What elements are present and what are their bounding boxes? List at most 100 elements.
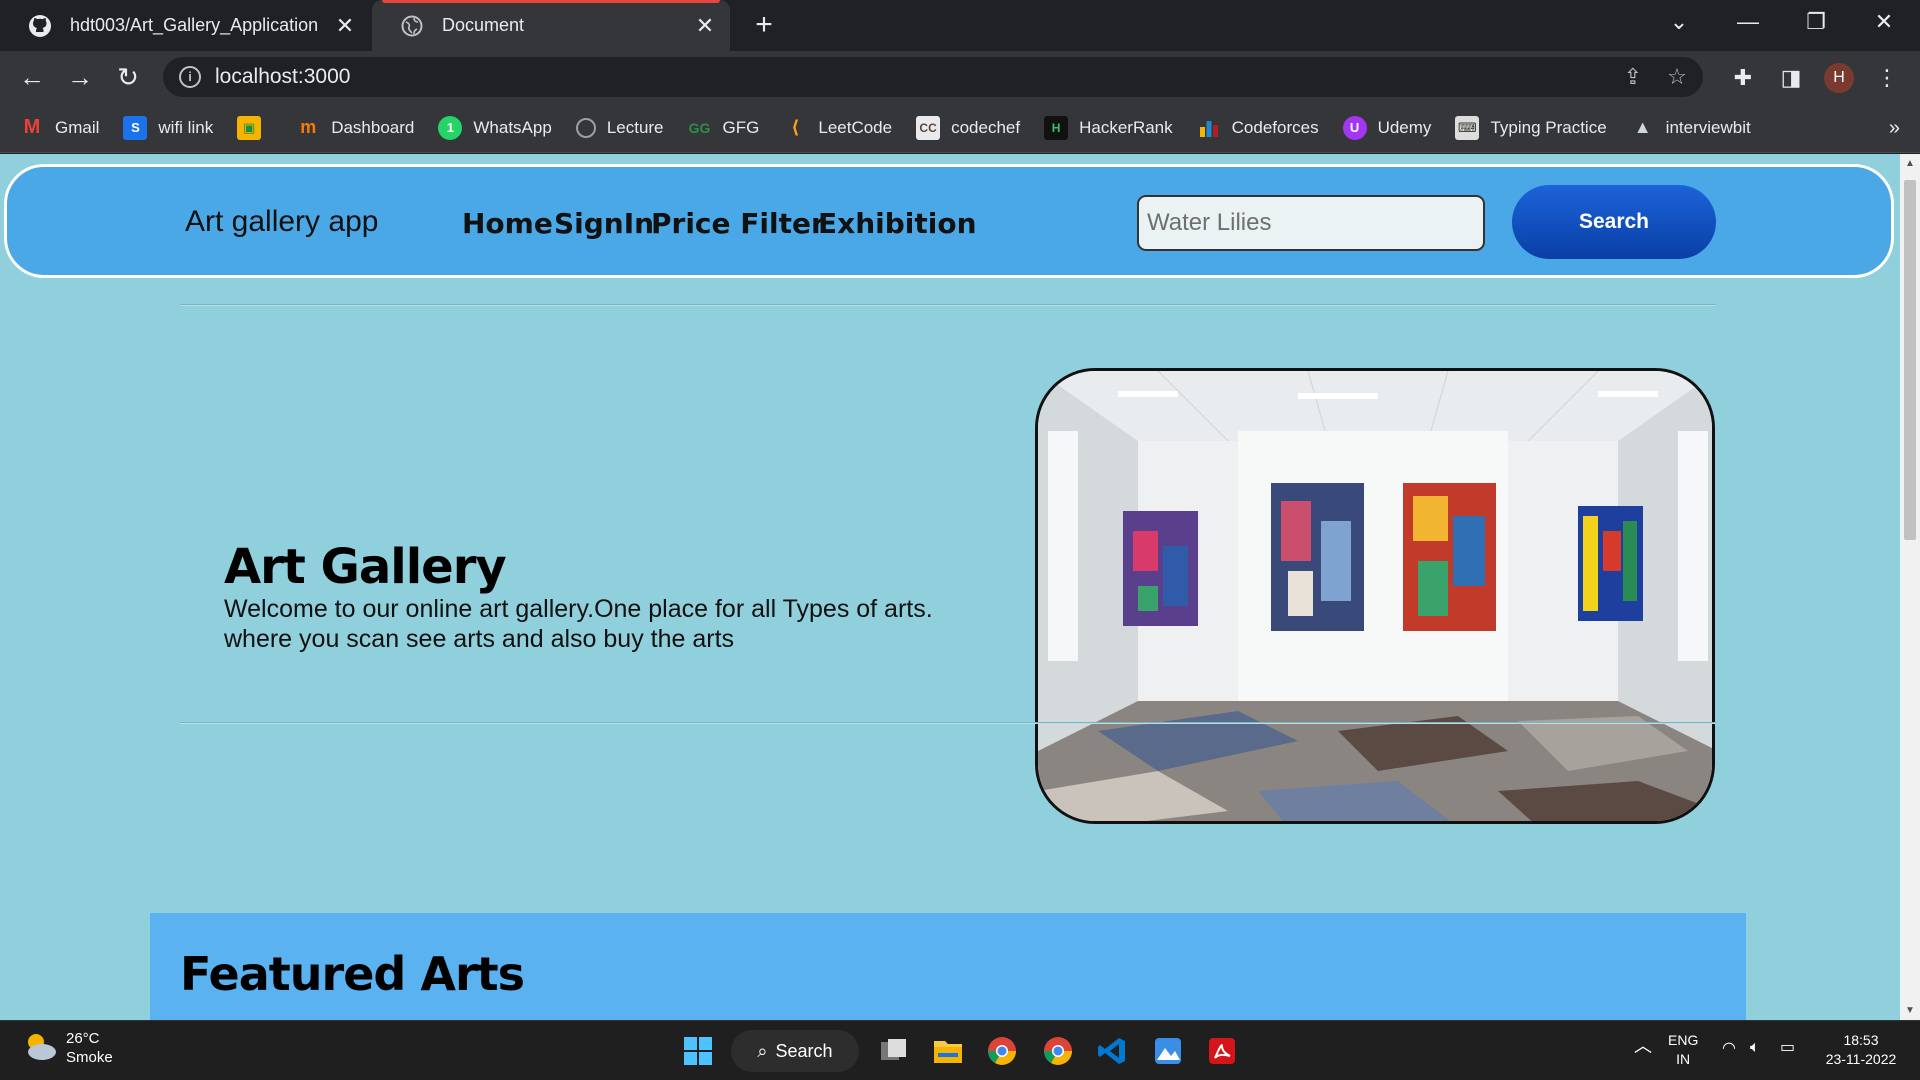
menu-icon[interactable]: ⋮ — [1872, 63, 1902, 93]
back-icon[interactable]: ← — [16, 61, 48, 93]
site-navbar: Art gallery app Home SignIn Price Filter… — [4, 164, 1894, 278]
language-indicator[interactable]: ENG IN — [1668, 1031, 1698, 1069]
close-tab-icon[interactable]: ✕ — [330, 13, 360, 39]
bookmark-dashboard[interactable]: m Dashboard — [296, 116, 414, 140]
gfg-icon: GG — [688, 119, 711, 136]
tab-github[interactable]: hdt003/Art_Gallery_Application ✕ — [0, 0, 370, 51]
search-input[interactable] — [1137, 195, 1485, 251]
page-scrollbar[interactable]: ▲ ▼ — [1900, 154, 1920, 1020]
clock[interactable]: 18:53 23-11-2022 — [1820, 1031, 1902, 1069]
s-icon: S — [123, 115, 148, 140]
share-icon[interactable]: ⇪ — [1619, 63, 1647, 91]
whatsapp-icon: 1 — [438, 115, 463, 140]
divider — [180, 304, 1716, 306]
taskbar: 26°C Smoke ⌕ Search ︿ ENG IN ◠ 🔈︎ ▭ 18:5… — [0, 1020, 1920, 1080]
codechef-icon: CC — [916, 115, 941, 140]
bookmark-whatsapp[interactable]: 1 WhatsApp — [438, 115, 552, 140]
restore-icon[interactable]: ❐ — [1782, 0, 1850, 44]
taskbar-search[interactable]: ⌕ Search — [731, 1030, 859, 1072]
weather-condition: Smoke — [66, 1049, 113, 1066]
extensions-icon[interactable]: ✚ — [1728, 63, 1758, 93]
nav-exhibition[interactable]: Exhibition — [818, 207, 977, 240]
chrome-profile-t-icon[interactable] — [984, 1033, 1020, 1069]
battery-icon[interactable]: ▭ — [1780, 1038, 1795, 1057]
browser-toolbar: ← → ↻ i localhost:3000 ⇪ ☆ ✚ ◨ H ⋮ — [0, 51, 1920, 103]
search-button[interactable]: Search — [1512, 185, 1716, 259]
tab-strip: hdt003/Art_Gallery_Application ✕ Documen… — [0, 0, 1920, 51]
bookmarks-bar: M Gmail S wifi link ▣ m Dashboard 1 What… — [0, 103, 1920, 153]
side-panel-icon[interactable]: ◨ — [1776, 63, 1806, 93]
time: 18:53 — [1843, 1032, 1879, 1048]
close-tab-icon[interactable]: ✕ — [690, 13, 720, 39]
wifi-icon[interactable]: ◠ — [1722, 1039, 1736, 1058]
tab-title: Document — [442, 15, 525, 35]
divider — [180, 722, 1716, 724]
brand-title[interactable]: Art gallery app — [185, 205, 378, 239]
site-info-icon[interactable]: i — [179, 66, 201, 88]
volume-icon[interactable]: 🔈︎ — [1750, 1038, 1760, 1057]
leetcode-icon: ⟨ — [791, 117, 800, 137]
reload-icon[interactable]: ↻ — [112, 61, 144, 93]
show-hidden-icons[interactable]: ︿ — [1634, 1037, 1652, 1056]
bookmark-codechef[interactable]: CC codechef — [916, 115, 1020, 140]
task-view-icon[interactable] — [876, 1033, 912, 1069]
gallery-room-illustration — [1038, 371, 1712, 821]
bookmark-gmail[interactable]: M Gmail — [20, 116, 100, 140]
acrobat-icon[interactable] — [1204, 1033, 1240, 1069]
weather-cloud-icon — [22, 1030, 58, 1067]
tab-document[interactable]: Document ✕ — [372, 0, 730, 51]
hackerrank-icon: H — [1044, 115, 1069, 140]
scroll-up-icon[interactable]: ▲ — [1900, 158, 1920, 169]
weather-widget[interactable]: 26°C Smoke — [22, 1029, 113, 1067]
hero-line-1: Welcome to our online art gallery.One pl… — [224, 595, 933, 623]
github-icon — [28, 14, 52, 38]
address-bar[interactable]: i localhost:3000 ⇪ ☆ — [163, 57, 1703, 97]
bookmark-udemy[interactable]: U Udemy — [1342, 115, 1431, 140]
page-viewport: Art gallery app Home SignIn Price Filter… — [0, 154, 1900, 1020]
nav-home[interactable]: Home — [462, 207, 553, 240]
minimize-icon[interactable]: — — [1714, 0, 1782, 44]
close-window-icon[interactable]: ✕ — [1850, 0, 1918, 44]
windows-start-icon[interactable] — [680, 1033, 716, 1069]
taskbar-search-label: Search — [775, 1040, 833, 1061]
hero-title: Art Gallery — [224, 539, 507, 595]
bookmark-gfg[interactable]: GG GFG — [688, 116, 760, 140]
featured-section: Featured Arts — [150, 913, 1746, 1020]
bookmark-interviewbit[interactable]: ▲ interviewbit — [1631, 116, 1751, 140]
chrome-profile-h-icon[interactable] — [1040, 1033, 1076, 1069]
nav-price-filter[interactable]: Price Filter — [651, 207, 825, 240]
temperature: 26°C — [66, 1030, 100, 1047]
photos-icon[interactable] — [1150, 1033, 1186, 1069]
more-bookmarks-icon[interactable]: » — [1889, 117, 1900, 140]
bookmark-contacts[interactable]: ▣ — [237, 115, 272, 140]
contacts-icon: ▣ — [237, 115, 262, 140]
tab-search-icon[interactable]: ⌄ — [1645, 0, 1713, 44]
dashboard-icon: m — [300, 117, 317, 137]
bookmark-lecture[interactable]: Lecture — [575, 117, 664, 138]
bookmark-hackerrank[interactable]: H HackerRank — [1044, 115, 1173, 140]
bookmark-wifi-link[interactable]: S wifi link — [123, 115, 213, 140]
bookmark-star-icon[interactable]: ☆ — [1663, 63, 1691, 91]
scrollbar-thumb[interactable] — [1904, 180, 1916, 540]
gallery-image — [1035, 368, 1715, 824]
url-text: localhost:3000 — [215, 65, 351, 88]
hero-line-2: where you scan see arts and also buy the… — [224, 625, 735, 653]
file-explorer-icon[interactable] — [930, 1033, 966, 1069]
gmail-icon: M — [23, 116, 41, 138]
bookmark-codeforces[interactable]: Codeforces — [1197, 116, 1319, 140]
featured-title: Featured Arts — [180, 947, 525, 1001]
codeforces-icon — [1197, 116, 1221, 140]
globe-icon — [575, 117, 596, 138]
forward-icon[interactable]: → — [64, 61, 96, 93]
bookmark-typing-practice[interactable]: ⌨ Typing Practice — [1455, 115, 1607, 140]
bookmark-leetcode[interactable]: ⟨ LeetCode — [783, 116, 892, 140]
vscode-icon[interactable] — [1094, 1033, 1130, 1069]
interviewbit-icon: ▲ — [1633, 117, 1652, 137]
new-tab-icon[interactable]: + — [748, 9, 780, 41]
search-icon: ⌕ — [757, 1040, 768, 1061]
profile-avatar[interactable]: H — [1824, 63, 1854, 93]
udemy-icon: U — [1342, 115, 1367, 140]
globe-icon — [400, 14, 424, 38]
scroll-down-icon[interactable]: ▼ — [1900, 1005, 1920, 1016]
nav-signin[interactable]: SignIn — [554, 207, 654, 240]
